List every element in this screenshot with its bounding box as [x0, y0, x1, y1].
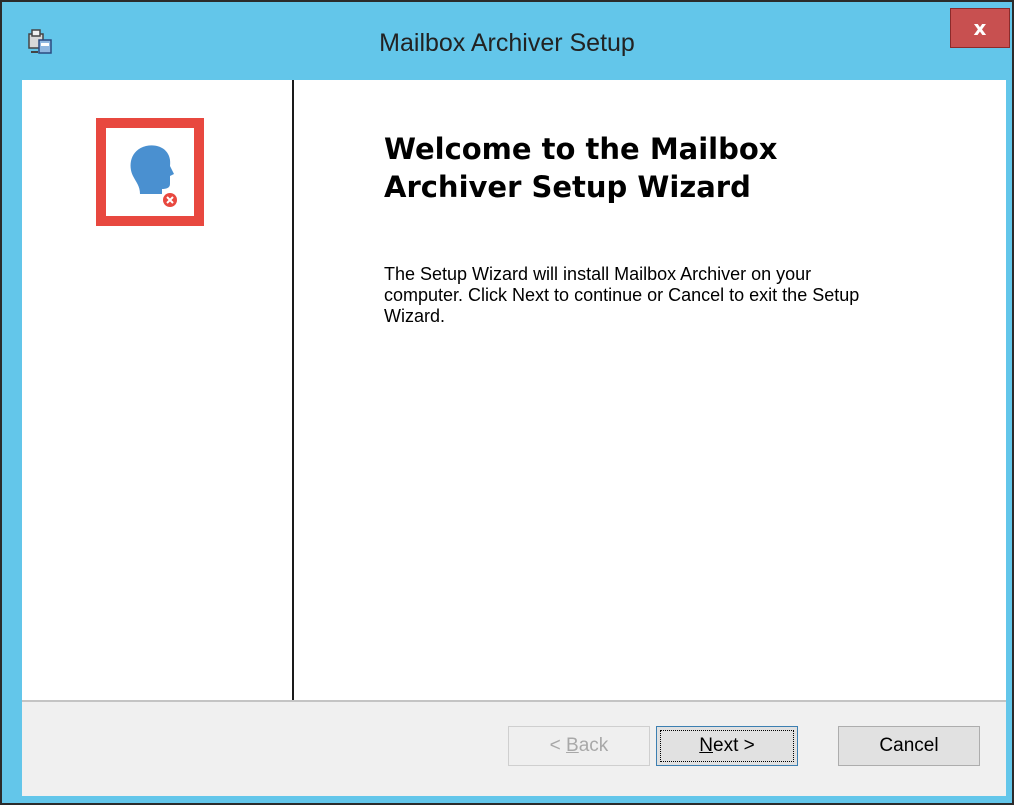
- title-bar[interactable]: Mailbox Archiver Setup x: [2, 2, 1012, 82]
- cancel-button[interactable]: Cancel: [838, 726, 980, 766]
- description-line-3: Wizard.: [384, 306, 446, 326]
- product-logo: [96, 118, 204, 226]
- welcome-description: The Setup Wizard will install Mailbox Ar…: [384, 264, 974, 327]
- welcome-heading-line-1: Welcome to the Mailbox: [384, 132, 778, 166]
- setup-window: Mailbox Archiver Setup x Welcome to the …: [0, 0, 1014, 805]
- button-bar: < Back Next > Cancel: [22, 702, 1006, 796]
- wizard-client-area: Welcome to the Mailbox Archiver Setup Wi…: [22, 80, 1006, 796]
- description-line-2: computer. Click Next to continue or Canc…: [384, 285, 860, 305]
- focus-rectangle: [660, 730, 794, 762]
- window-title: Mailbox Archiver Setup: [379, 29, 635, 57]
- welcome-heading-line-2: Archiver Setup Wizard: [384, 170, 751, 204]
- user-head-remove-icon: [130, 145, 177, 207]
- wizard-side-panel: [22, 80, 292, 700]
- welcome-heading: Welcome to the Mailbox Archiver Setup Wi…: [384, 130, 944, 206]
- panel-divider: [292, 80, 294, 700]
- back-button[interactable]: < Back: [508, 726, 650, 766]
- close-button[interactable]: x: [950, 8, 1010, 48]
- description-line-1: The Setup Wizard will install Mailbox Ar…: [384, 264, 812, 284]
- next-button[interactable]: Next >: [656, 726, 798, 766]
